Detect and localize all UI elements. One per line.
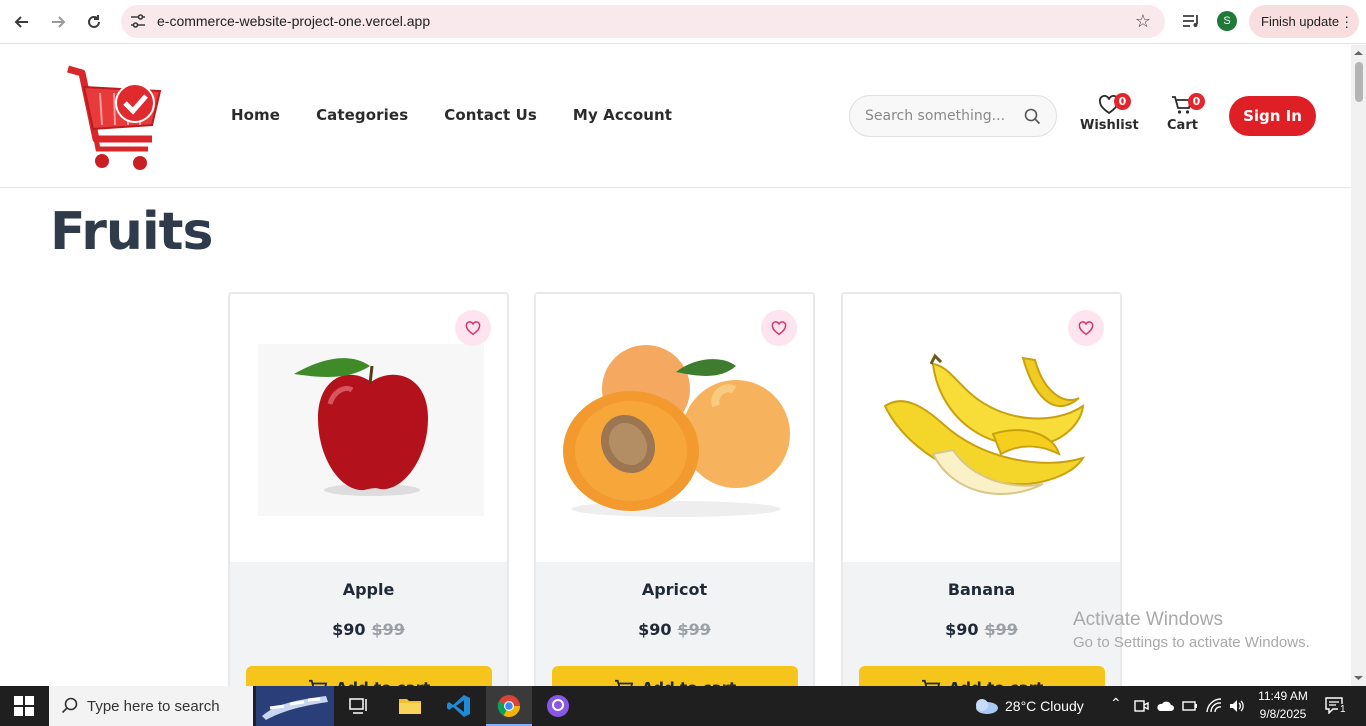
heart-icon (465, 320, 481, 335)
cart-link[interactable]: Cart 0 (1167, 93, 1205, 133)
show-hidden-icons-chevron-icon[interactable]: ⌃ (1110, 695, 1122, 712)
old-price: $99 (677, 620, 711, 639)
nav-categories[interactable]: Categories (316, 106, 408, 124)
search-icon[interactable] (1024, 108, 1041, 125)
notification-center-button[interactable]: 1 (1322, 694, 1348, 718)
wishlist-label: Wishlist (1080, 118, 1139, 133)
site-header: Home Categories Contact Us My Account Wi… (0, 45, 1351, 188)
cart-count-badge: 0 (1188, 93, 1205, 110)
add-to-wishlist-button[interactable] (761, 310, 797, 346)
heart-icon (771, 320, 787, 335)
clock-date[interactable]: 9/8/2025 (1256, 707, 1310, 721)
vscode-icon[interactable] (447, 694, 471, 718)
product-price: $90 $99 (536, 620, 813, 639)
profile-avatar[interactable]: S (1217, 11, 1237, 31)
address-bar[interactable]: e-commerce-website-project-one.vercel.ap… (121, 5, 1165, 38)
scroll-up-icon[interactable] (1351, 48, 1366, 58)
search-box (849, 95, 1057, 137)
product-card[interactable]: Apple $90$99 Add to cart (228, 292, 509, 712)
notification-count: 1 (1338, 704, 1348, 715)
product-name[interactable]: Banana (843, 580, 1120, 599)
bookmark-star-icon[interactable]: ☆ (1135, 11, 1151, 32)
cart-label: Cart (1167, 118, 1198, 133)
browser-toolbar: e-commerce-website-project-one.vercel.ap… (0, 0, 1366, 44)
scroll-down-icon[interactable] (1351, 673, 1366, 683)
product-card[interactable]: Apricot $90$99 Add to cart (534, 292, 815, 712)
windows-taskbar: Type here to search 28°C Cloudy ⌃ 11:49 … (0, 686, 1366, 726)
wishlist-link[interactable]: Wishlist 0 (1080, 93, 1139, 133)
add-to-wishlist-button[interactable] (455, 310, 491, 346)
reload-icon[interactable] (81, 9, 107, 35)
chrome-taskbar-button[interactable] (486, 686, 532, 726)
search-input[interactable] (865, 106, 1025, 126)
current-price: $90 (332, 620, 366, 639)
back-icon[interactable] (9, 9, 35, 35)
nav-my-account[interactable]: My Account (573, 106, 672, 124)
windows-start-icon[interactable] (14, 696, 34, 716)
heart-icon (1078, 320, 1094, 335)
site-info-icon[interactable] (129, 12, 147, 30)
scrollbar-thumb[interactable] (1355, 62, 1363, 102)
taskbar-search-placeholder: Type here to search (87, 697, 220, 715)
clock-time[interactable]: 11:49 AM (1256, 689, 1310, 703)
sign-in-button[interactable]: Sign In (1229, 96, 1316, 136)
meet-now-icon[interactable] (1133, 698, 1149, 714)
main-nav: Home Categories Contact Us My Account (231, 106, 672, 124)
add-to-wishlist-button[interactable] (1068, 310, 1104, 346)
current-price: $90 (638, 620, 672, 639)
page-scrollbar[interactable] (1351, 45, 1366, 686)
forward-icon[interactable] (45, 9, 71, 35)
task-view-icon[interactable] (348, 695, 370, 717)
url-text[interactable]: e-commerce-website-project-one.vercel.ap… (157, 13, 430, 29)
search-icon (61, 697, 78, 714)
media-control-icon[interactable] (1180, 10, 1202, 32)
cloudy-weather-icon[interactable] (971, 697, 999, 715)
current-price: $90 (945, 620, 979, 639)
old-price: $99 (371, 620, 405, 639)
product-name[interactable]: Apricot (536, 580, 813, 599)
finish-update-button[interactable]: Finish update · · · (1249, 5, 1359, 38)
volume-icon[interactable] (1228, 698, 1246, 714)
wishlist-count-badge: 0 (1114, 93, 1131, 110)
activate-windows-watermark: Activate Windows Go to Settings to activ… (1073, 609, 1310, 651)
nav-contact-us[interactable]: Contact Us (444, 106, 537, 124)
search-highlight-icon[interactable] (256, 686, 334, 726)
finish-update-label: Finish update (1261, 14, 1340, 29)
onedrive-icon[interactable] (1156, 699, 1174, 713)
weather-text[interactable]: 28°C Cloudy (1005, 698, 1084, 714)
watermark-title: Activate Windows (1073, 609, 1223, 630)
wifi-icon[interactable] (1205, 698, 1223, 714)
product-name[interactable]: Apple (230, 580, 507, 599)
menu-kebab-icon: · · · (1344, 8, 1349, 34)
watermark-subtitle: Go to Settings to activate Windows. (1073, 634, 1310, 651)
page-title: Fruits (50, 202, 213, 262)
battery-icon[interactable] (1180, 698, 1198, 714)
chrome-icon (497, 695, 520, 717)
cart-logo-icon[interactable] (60, 61, 170, 176)
github-desktop-icon[interactable] (546, 694, 570, 718)
old-price: $99 (984, 620, 1018, 639)
product-price: $90 $99 (230, 620, 507, 639)
nav-home[interactable]: Home (231, 106, 280, 124)
file-explorer-icon[interactable] (398, 696, 422, 716)
taskbar-search-box[interactable]: Type here to search (49, 686, 253, 726)
